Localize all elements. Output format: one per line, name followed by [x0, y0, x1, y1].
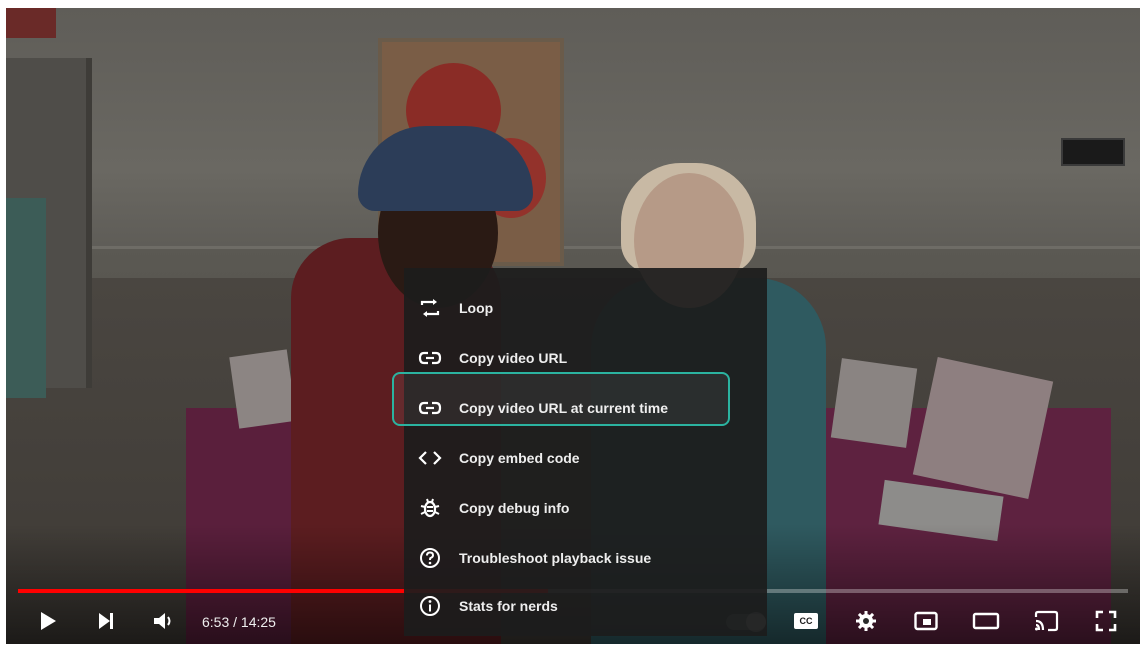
- fullscreen-icon: [1095, 610, 1117, 632]
- next-icon: [99, 613, 113, 629]
- highlight-box: [392, 372, 730, 426]
- miniplayer-button[interactable]: [910, 606, 942, 636]
- scene-poster: [229, 349, 297, 429]
- scene-person-left: [6, 198, 46, 398]
- cast-icon: [1034, 610, 1059, 632]
- fullscreen-button[interactable]: [1090, 606, 1122, 636]
- help-icon: [418, 546, 442, 570]
- menu-item-label: Stats for nerds: [459, 598, 558, 614]
- menu-item-copy-debug-info[interactable]: Copy debug info: [404, 486, 767, 530]
- menu-item-label: Copy video URL: [459, 350, 568, 366]
- menu-item-label: Copy debug info: [459, 500, 570, 516]
- play-icon: [41, 612, 56, 630]
- scene-wall: [6, 8, 1140, 278]
- menu-item-troubleshoot[interactable]: Troubleshoot playback issue: [404, 536, 767, 580]
- miniplayer-icon: [914, 611, 938, 631]
- info-icon: [418, 594, 442, 618]
- play-button[interactable]: [32, 606, 64, 636]
- theater-mode-button[interactable]: [970, 606, 1002, 636]
- menu-item-stats-for-nerds[interactable]: Stats for nerds: [404, 584, 767, 628]
- menu-item-copy-embed-code[interactable]: Copy embed code: [404, 436, 767, 480]
- subtitles-button[interactable]: CC: [790, 606, 822, 636]
- menu-item-label: Troubleshoot playback issue: [459, 550, 652, 566]
- menu-item-loop[interactable]: Loop: [404, 286, 767, 330]
- settings-button[interactable]: [850, 606, 882, 636]
- bug-icon: [418, 496, 442, 520]
- volume-icon: [154, 613, 171, 629]
- cc-label: CC: [799, 616, 813, 626]
- gear-icon: [856, 611, 876, 631]
- code-icon: [418, 446, 442, 470]
- menu-item-label: Copy embed code: [459, 450, 580, 466]
- scene-poster: [830, 358, 918, 448]
- next-button[interactable]: [90, 606, 122, 636]
- link-icon: [418, 346, 442, 370]
- scene-poster: [912, 357, 1054, 499]
- volume-button[interactable]: [148, 606, 180, 636]
- context-menu: Loop Copy video URL Copy video URL at cu…: [404, 268, 767, 636]
- menu-item-label: Loop: [459, 300, 494, 316]
- scene-exit-sign: [6, 8, 56, 38]
- time-display: 6:53 / 14:25: [202, 614, 276, 630]
- loop-icon: [418, 296, 442, 320]
- scene-wall-sign: [1061, 138, 1125, 166]
- theater-icon: [972, 612, 1000, 630]
- cast-button[interactable]: [1030, 606, 1062, 636]
